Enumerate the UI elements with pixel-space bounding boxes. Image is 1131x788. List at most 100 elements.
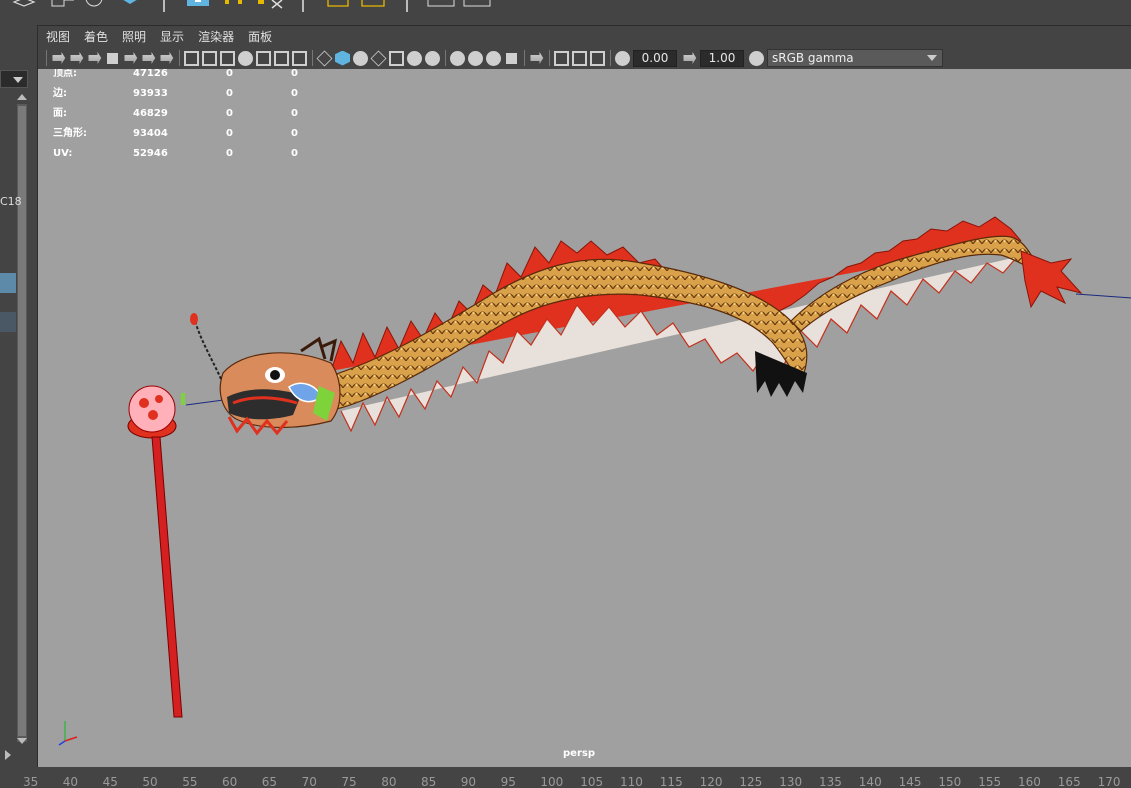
frame-label: 105: [580, 775, 604, 788]
frame-label: 155: [978, 775, 1002, 788]
toolbar-separator: [312, 50, 313, 66]
joint-line: [1075, 293, 1131, 299]
frame-label: 125: [739, 775, 763, 788]
chevron-down-icon: [927, 55, 937, 61]
3d-viewport[interactable]: 顶点: 47126 0 0 边: 93933 0 0 面: 46829 0 0: [38, 69, 1131, 767]
menu-show[interactable]: 显示: [160, 28, 184, 45]
camera-select-icon[interactable]: [52, 52, 66, 64]
gamma-field[interactable]: 1.00: [700, 49, 744, 67]
pearl-pattern: [139, 398, 149, 408]
export-shelf-icon[interactable]: [51, 0, 74, 7]
dragon-model[interactable]: [38, 69, 1131, 767]
frame-label: 115: [659, 775, 683, 788]
frame-label: 165: [1057, 775, 1081, 788]
time-slider-ruler[interactable]: 35 40 45 50 55 60 65 70 75 80 85 90 95 100 105 110 115 12…: [0, 770, 1131, 788]
grid-icon[interactable]: [184, 50, 199, 66]
frame-label: 75: [341, 775, 357, 788]
pan-zoom-icon[interactable]: [142, 52, 156, 64]
menu-panels[interactable]: 面板: [248, 28, 272, 45]
safe-action-icon[interactable]: [274, 50, 289, 66]
field-chart-icon[interactable]: [256, 50, 271, 66]
multisample-aa-icon[interactable]: [486, 50, 501, 66]
pearl-pole: [151, 436, 183, 718]
left-selected-item[interactable]: [0, 273, 16, 293]
film-gate-icon[interactable]: [202, 50, 217, 66]
bracket-shelf-icon[interactable]: [327, 0, 385, 7]
color-space-select[interactable]: sRGB gamma: [767, 49, 943, 67]
xray-icon[interactable]: [554, 50, 569, 66]
left-dropdown[interactable]: [0, 70, 28, 88]
shelf-separator: [406, 0, 408, 12]
frame-label: 65: [261, 775, 278, 788]
xray-active-icon[interactable]: [572, 50, 587, 66]
frame-label: 55: [182, 775, 198, 788]
left-item[interactable]: [0, 312, 16, 332]
chevron-down-icon: [13, 77, 23, 83]
shelf-separator: [163, 0, 165, 12]
frame-label: 110: [620, 775, 643, 788]
scroll-down-icon[interactable]: [17, 738, 27, 744]
pearl-ball: [128, 385, 176, 433]
frame-label: 95: [500, 775, 516, 788]
frame-label: 120: [699, 775, 723, 788]
smooth-shade-icon[interactable]: [335, 50, 350, 66]
menu-renderer[interactable]: 渲染器: [198, 28, 234, 45]
toolbar-separator: [549, 50, 550, 66]
pearl-pattern: [148, 410, 158, 420]
frame-label: 45: [102, 775, 118, 788]
grease-pencil-icon[interactable]: [160, 52, 174, 64]
isolate-select-icon[interactable]: [530, 52, 544, 64]
color-management-icon[interactable]: [749, 50, 764, 66]
textured-icon[interactable]: [389, 50, 404, 66]
menu-shading[interactable]: 着色: [84, 28, 108, 45]
frame-label: 160: [1018, 775, 1041, 788]
bookmark-icon[interactable]: [107, 52, 118, 64]
axis-gizmo: [58, 721, 78, 746]
resolution-gate-icon[interactable]: [220, 50, 235, 66]
dragon-tail: [1020, 250, 1083, 309]
motion-blur-icon[interactable]: [468, 50, 483, 66]
screen-space-ao-icon[interactable]: [450, 50, 465, 66]
shadows-icon[interactable]: [425, 50, 440, 66]
wireframe-on-shaded-icon[interactable]: [370, 50, 387, 66]
sphere-shelf-icon[interactable]: [85, 0, 103, 7]
cube-shelf-icon[interactable]: [12, 0, 36, 7]
menu-lighting[interactable]: 照明: [122, 28, 146, 45]
frame-label: 80: [381, 775, 397, 788]
exposure-field[interactable]: 0.00: [633, 49, 677, 67]
exposure-icon[interactable]: [615, 50, 630, 66]
yellow-shelf-icon[interactable]: [225, 0, 242, 4]
left-side-panel: C18: [0, 22, 36, 764]
frame-label: 35: [23, 775, 39, 788]
toolbar-separator: [524, 50, 525, 66]
image-plane-icon[interactable]: [124, 52, 138, 64]
expand-right-icon[interactable]: [5, 750, 11, 760]
gamma-icon[interactable]: [683, 52, 697, 64]
toolbar-separator: [445, 50, 446, 66]
color-space-value: sRGB gamma: [772, 51, 854, 65]
frame-label: 70: [301, 775, 317, 788]
locator-marker: [181, 393, 185, 405]
maya-window: C18 视图 着色 照明 显示 渲染器 面板 0.00 1.00 sRGB ga…: [0, 0, 1131, 788]
scroll-up-icon[interactable]: [17, 94, 27, 100]
delete-shelf-icon[interactable]: [258, 0, 283, 9]
frame-label: 135: [819, 775, 842, 788]
cube-blue-shelf-icon[interactable]: [120, 0, 140, 4]
frame-label: 150: [938, 775, 962, 788]
wireframe-icon[interactable]: [316, 50, 333, 66]
frame-label: 40: [62, 775, 79, 788]
camera-attributes-icon[interactable]: [70, 52, 84, 64]
render-shelf-icon[interactable]: [187, 0, 209, 6]
frame-label: 50: [142, 775, 158, 788]
menu-view[interactable]: 视图: [46, 28, 70, 45]
depth-of-field-icon[interactable]: [506, 52, 517, 64]
film-shelf-icon[interactable]: [427, 0, 491, 7]
frame-label: 90: [460, 775, 477, 788]
gate-mask-icon[interactable]: [238, 50, 253, 66]
use-all-lights-icon[interactable]: [407, 50, 422, 66]
camera-bookmark-icon[interactable]: [88, 52, 102, 64]
safe-title-icon[interactable]: [292, 50, 307, 66]
xray-joints-icon[interactable]: [590, 50, 605, 66]
default-material-icon[interactable]: [353, 50, 368, 66]
panel-menu-bar: 视图 着色 照明 显示 渲染器 面板: [38, 26, 1131, 46]
